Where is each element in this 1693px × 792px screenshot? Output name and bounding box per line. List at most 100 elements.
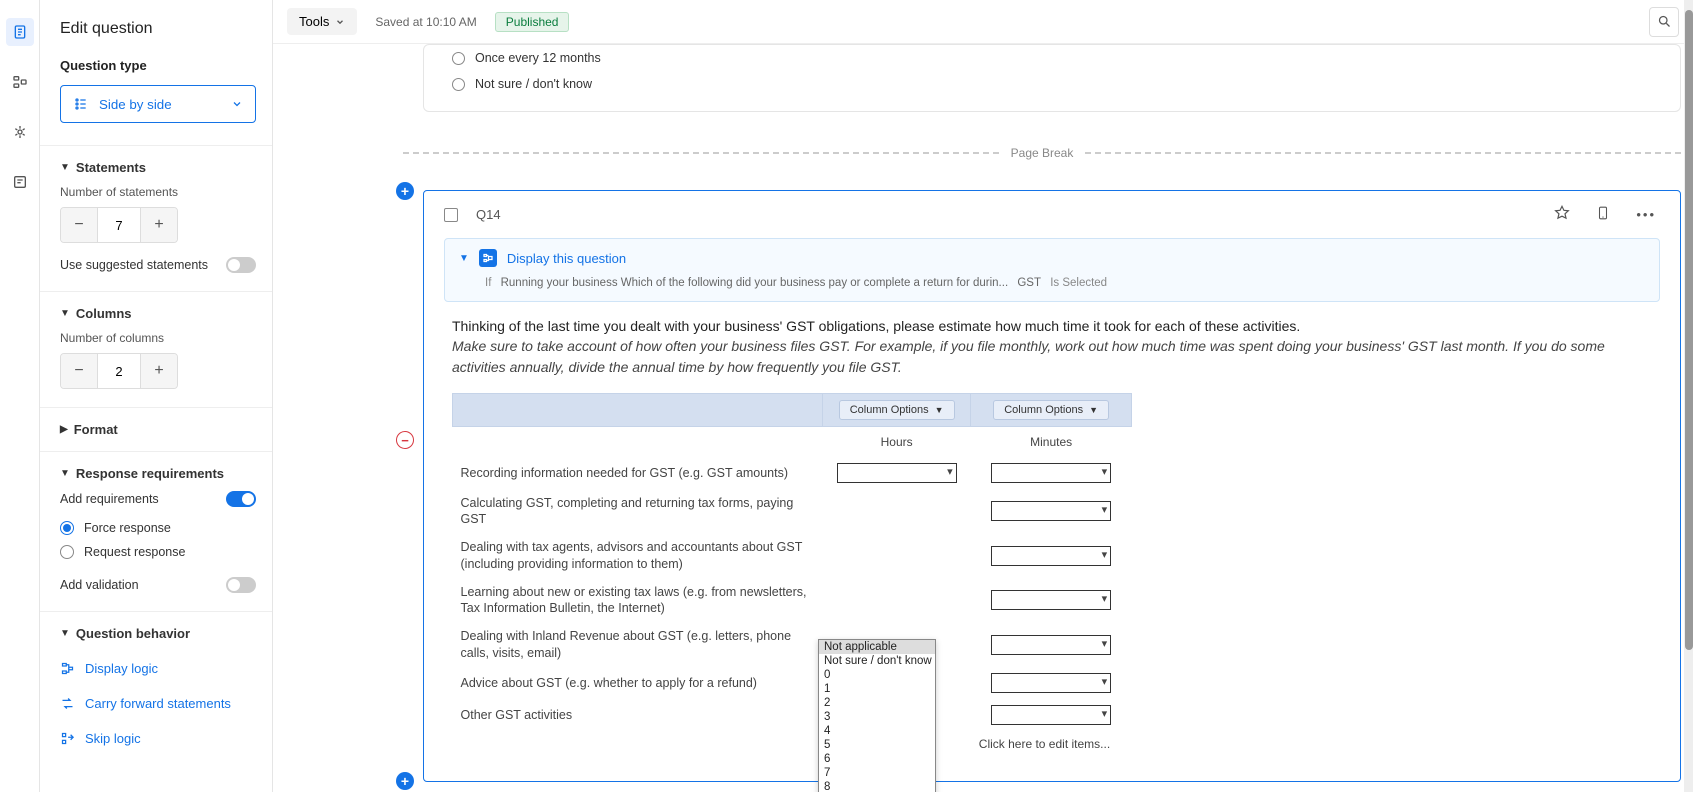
branch-icon bbox=[60, 661, 75, 676]
dropdown-option[interactable]: Not sure / don't know bbox=[819, 654, 935, 668]
table-row: Advice about GST (e.g. whether to apply … bbox=[453, 667, 1132, 699]
add-validation-label: Add validation bbox=[60, 578, 139, 592]
more-button[interactable]: ••• bbox=[1632, 207, 1660, 222]
rail-options-icon[interactable] bbox=[6, 168, 34, 196]
radio-icon bbox=[452, 78, 465, 91]
search-button[interactable] bbox=[1649, 7, 1679, 37]
display-logic-header[interactable]: ▼ Display this question bbox=[445, 239, 1659, 277]
increment-button[interactable]: + bbox=[141, 208, 177, 242]
dropdown-option[interactable]: 1 bbox=[819, 682, 935, 696]
saved-text: Saved at 10:10 AM bbox=[375, 15, 476, 29]
chevron-down-icon bbox=[335, 17, 345, 27]
dropdown-option[interactable]: 7 bbox=[819, 766, 935, 780]
caret-right-icon: ▶ bbox=[60, 424, 68, 435]
display-logic-box: ▼ Display this question If Running your … bbox=[444, 238, 1660, 302]
question-card[interactable]: + − + Q14 ••• ▼ Display this question bbox=[423, 190, 1681, 782]
increment-button[interactable]: + bbox=[141, 354, 177, 388]
table-row: Other GST activities bbox=[453, 699, 1132, 731]
skip-icon bbox=[60, 731, 75, 746]
statement-cell[interactable]: Dealing with Inland Revenue about GST (e… bbox=[453, 622, 823, 667]
minutes-dropdown[interactable] bbox=[991, 590, 1111, 610]
question-behavior-header[interactable]: ▼Question behavior bbox=[60, 626, 256, 641]
statement-cell[interactable]: Recording information needed for GST (e.… bbox=[453, 457, 823, 489]
column-options-button[interactable]: Column Options▼ bbox=[993, 400, 1109, 420]
use-suggested-toggle[interactable] bbox=[226, 257, 256, 273]
dropdown-option[interactable]: Not applicable bbox=[819, 640, 935, 654]
hours-dropdown[interactable] bbox=[837, 463, 957, 483]
radio-icon bbox=[452, 52, 465, 65]
statements-stepper: − + bbox=[60, 207, 178, 243]
search-icon bbox=[1657, 14, 1672, 29]
status-badge: Published bbox=[495, 12, 570, 32]
add-question-above-button[interactable]: + bbox=[396, 182, 414, 200]
statement-cell[interactable]: Advice about GST (e.g. whether to apply … bbox=[453, 667, 823, 699]
caret-down-icon: ▼ bbox=[60, 468, 70, 479]
columns-header[interactable]: ▼Columns bbox=[60, 306, 256, 321]
statements-count-input[interactable] bbox=[97, 208, 141, 242]
logic-condition[interactable]: If Running your business Which of the fo… bbox=[445, 277, 1659, 301]
caret-down-icon: ▼ bbox=[60, 162, 70, 173]
question-type-select[interactable]: Side by side bbox=[60, 85, 256, 123]
question-type-label: Question type bbox=[60, 58, 256, 73]
minutes-dropdown[interactable] bbox=[991, 463, 1111, 483]
minutes-dropdown[interactable] bbox=[991, 705, 1111, 725]
skip-logic-link[interactable]: Skip logic bbox=[60, 721, 256, 756]
minutes-dropdown[interactable] bbox=[991, 546, 1111, 566]
rail-survey-icon[interactable] bbox=[6, 18, 34, 46]
statement-cell[interactable]: Calculating GST, completing and returnin… bbox=[453, 489, 823, 534]
radio-icon bbox=[60, 545, 74, 559]
add-validation-toggle[interactable] bbox=[226, 577, 256, 593]
columns-stepper: − + bbox=[60, 353, 178, 389]
delete-question-button[interactable]: − bbox=[396, 431, 414, 449]
rail-flow-icon[interactable] bbox=[6, 68, 34, 96]
minutes-dropdown[interactable] bbox=[991, 673, 1111, 693]
statements-header[interactable]: ▼Statements bbox=[60, 160, 256, 175]
request-response-radio[interactable]: Request response bbox=[60, 545, 256, 559]
dropdown-option[interactable]: 3 bbox=[819, 710, 935, 724]
decrement-button[interactable]: − bbox=[61, 354, 97, 388]
minutes-dropdown[interactable] bbox=[991, 635, 1111, 655]
statement-cell[interactable]: Dealing with tax agents, advisors and ac… bbox=[453, 533, 823, 578]
preview-button[interactable] bbox=[1592, 205, 1614, 224]
canvas: Once every 12 months Not sure / don't kn… bbox=[273, 44, 1693, 792]
hours-dropdown-listbox[interactable]: Not applicableNot sure / don't know01234… bbox=[818, 639, 936, 792]
dropdown-option[interactable]: 6 bbox=[819, 752, 935, 766]
question-checkbox[interactable] bbox=[444, 208, 458, 222]
rail-look-icon[interactable] bbox=[6, 118, 34, 146]
table-row: Dealing with tax agents, advisors and ac… bbox=[453, 533, 1132, 578]
question-header: Q14 ••• bbox=[424, 191, 1680, 238]
logic-icon bbox=[479, 249, 497, 267]
radio-option[interactable]: Not sure / don't know bbox=[452, 71, 1652, 97]
star-button[interactable] bbox=[1550, 205, 1574, 224]
radio-option[interactable]: Once every 12 months bbox=[452, 45, 1652, 71]
force-response-radio[interactable]: Force response bbox=[60, 521, 256, 535]
format-header[interactable]: ▶Format bbox=[60, 422, 256, 437]
carry-forward-link[interactable]: Carry forward statements bbox=[60, 686, 256, 721]
add-requirements-toggle[interactable] bbox=[226, 491, 256, 507]
column-header-minutes[interactable]: Minutes bbox=[971, 426, 1132, 457]
dropdown-option[interactable]: 0 bbox=[819, 668, 935, 682]
columns-count-input[interactable] bbox=[97, 354, 141, 388]
tools-button[interactable]: Tools bbox=[287, 8, 357, 35]
caret-down-icon: ▼ bbox=[60, 628, 70, 639]
table-row: Learning about new or existing tax laws … bbox=[453, 578, 1132, 623]
statement-cell[interactable]: Other GST activities bbox=[453, 699, 823, 731]
response-req-header[interactable]: ▼Response requirements bbox=[60, 466, 256, 481]
dropdown-option[interactable]: 5 bbox=[819, 738, 935, 752]
display-logic-link[interactable]: Display logic bbox=[60, 651, 256, 686]
dropdown-option[interactable]: 4 bbox=[819, 724, 935, 738]
column-options-button[interactable]: Column Options▼ bbox=[839, 400, 955, 420]
dropdown-option[interactable]: 8 bbox=[819, 780, 935, 792]
edit-items-link[interactable]: Click here to edit items... bbox=[971, 731, 1132, 757]
statement-cell[interactable]: Learning about new or existing tax laws … bbox=[453, 578, 823, 623]
add-question-below-button[interactable]: + bbox=[396, 772, 414, 790]
minutes-dropdown[interactable] bbox=[991, 501, 1111, 521]
column-header-hours[interactable]: Hours bbox=[823, 426, 971, 457]
side-by-side-icon bbox=[73, 96, 89, 112]
previous-question-card[interactable]: Once every 12 months Not sure / don't kn… bbox=[423, 44, 1681, 112]
dropdown-option[interactable]: 2 bbox=[819, 696, 935, 710]
question-text[interactable]: Thinking of the last time you dealt with… bbox=[424, 316, 1680, 393]
decrement-button[interactable]: − bbox=[61, 208, 97, 242]
num-columns-label: Number of columns bbox=[60, 331, 256, 345]
topbar: Tools Saved at 10:10 AM Published bbox=[273, 0, 1693, 44]
